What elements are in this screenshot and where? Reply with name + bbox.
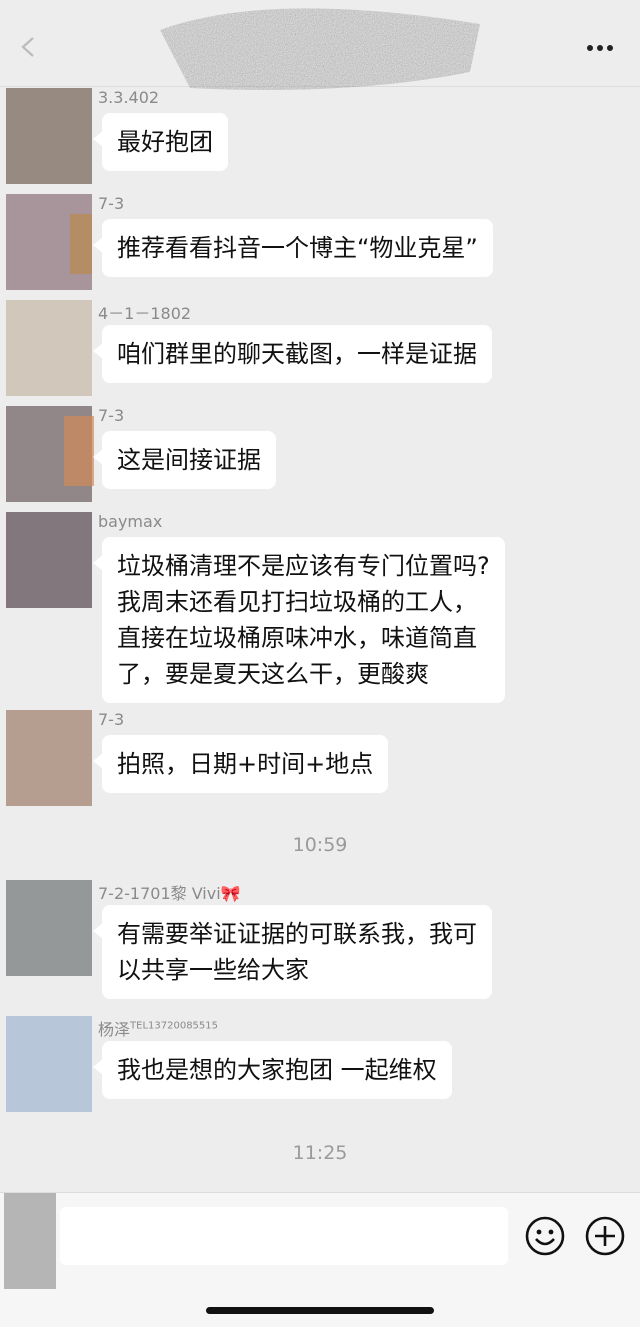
message-bubble[interactable]: 最好抱团 [93, 113, 228, 171]
message-bubble[interactable]: 咱们群里的聊天截图，一样是证据 [93, 325, 492, 383]
sender-name-text: 杨泽 [98, 1020, 131, 1039]
avatar[interactable] [0, 300, 96, 404]
timestamp: 10:59 [292, 834, 348, 856]
message-bubble[interactable]: 这是间接证据 [93, 431, 276, 489]
sender-name: baymax [98, 512, 163, 531]
avatar[interactable] [0, 194, 96, 298]
sender-name: 7-2-1701黎 Vivi🎀 [98, 884, 241, 903]
sender-name: 7-3 [98, 406, 125, 425]
message-bubble[interactable]: 我也是想的大家抱团 一起维权 [93, 1041, 452, 1099]
avatar[interactable] [0, 512, 96, 616]
sender-name: 7-3 [98, 710, 125, 729]
input-bar [0, 1192, 640, 1327]
message-bubble[interactable]: 有需要举证证据的可联系我，我可 以共享一些给大家 [93, 905, 492, 999]
chevron-left-icon[interactable] [18, 36, 40, 58]
message-bubble[interactable]: 垃圾桶清理不是应该有专门位置吗? 我周末还看见打扫垃圾桶的工人， 直接在垃圾桶原… [93, 537, 505, 703]
message-bubble[interactable]: 拍照，日期+时间+地点 [92, 735, 389, 793]
avatar[interactable] [0, 88, 96, 192]
plus-circle-icon[interactable] [584, 1215, 626, 1257]
home-indicator [206, 1307, 434, 1314]
message-input[interactable] [60, 1207, 508, 1265]
message-bubble[interactable]: 推荐看看抖音一个博主“物业克星” [93, 219, 493, 277]
timestamp: 11:25 [292, 1142, 348, 1164]
sender-tel: TEL13720085515 [130, 1020, 218, 1032]
chat-header [0, 0, 640, 90]
smiley-icon[interactable] [524, 1215, 566, 1257]
avatar[interactable] [0, 880, 96, 984]
avatar[interactable] [0, 710, 96, 814]
sender-name: 杨泽TEL13720085515 [98, 1016, 218, 1040]
avatar[interactable] [0, 406, 96, 510]
redacted-title-scribble [160, 8, 480, 90]
avatar[interactable] [0, 1016, 96, 1120]
ellipsis-icon[interactable] [586, 44, 614, 52]
sender-name: 7-3 [98, 194, 125, 213]
sender-name: 3.3.402 [98, 88, 160, 107]
avatar[interactable] [0, 1193, 60, 1293]
sender-name: 4－1－1802 [98, 304, 192, 323]
